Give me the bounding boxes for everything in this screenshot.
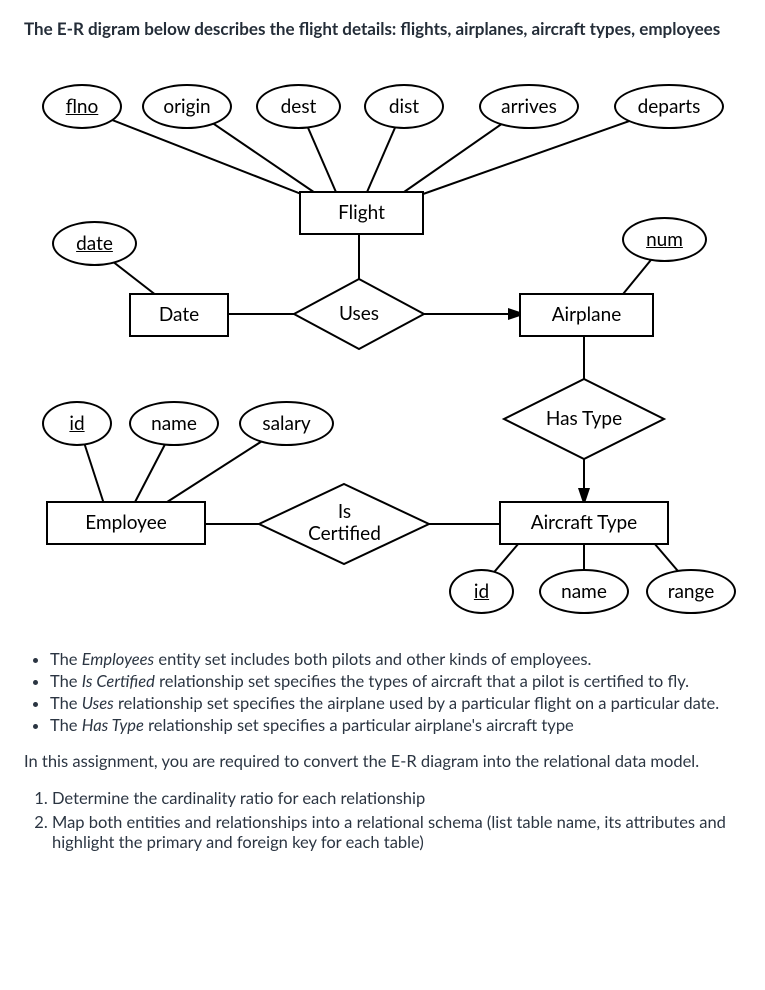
- attr-num: num: [622, 217, 707, 262]
- attr-origin: origin: [142, 84, 232, 129]
- rel-uses: Uses: [319, 302, 399, 326]
- entity-date: Date: [129, 293, 229, 337]
- attr-emp-salary: salary: [239, 401, 334, 446]
- rel-iscertified: Is Certified: [292, 501, 397, 545]
- attr-departs: departs: [614, 84, 724, 129]
- attr-ac-id: id: [449, 569, 514, 614]
- bullet-item: The Employees entity set includes both p…: [50, 649, 741, 669]
- entity-airplane: Airplane: [519, 293, 654, 337]
- entity-flight: Flight: [299, 191, 424, 235]
- task-list: Determine the cardinality ratio for each…: [24, 788, 741, 852]
- attr-ac-range: range: [646, 569, 736, 614]
- attr-dist: dist: [364, 84, 444, 129]
- attr-arrives: arrives: [479, 84, 579, 129]
- entity-aircraft-type: Aircraft Type: [499, 501, 669, 545]
- er-diagram: flno origin dest dist arrives departs Fl…: [24, 49, 744, 609]
- task-item: Determine the cardinality ratio for each…: [52, 788, 741, 808]
- task-item: Map both entities and relationships into…: [52, 812, 741, 852]
- attr-emp-name: name: [129, 401, 219, 446]
- bullet-item: The Has Type relationship set specifies …: [50, 715, 741, 735]
- attr-emp-id: id: [42, 401, 112, 446]
- attr-ac-name: name: [539, 569, 629, 614]
- bullet-item: The Uses relationship set specifies the …: [50, 693, 741, 713]
- attr-date: date: [52, 221, 137, 266]
- bullet-list: The Employees entity set includes both p…: [24, 649, 741, 735]
- entity-employee: Employee: [46, 501, 206, 545]
- intro-para: In this assignment, you are required to …: [24, 751, 741, 771]
- attr-dest: dest: [256, 84, 341, 129]
- page-title: The E-R digram below describes the fligh…: [24, 18, 741, 39]
- rel-hastype: Has Type: [524, 407, 644, 431]
- attr-flno: flno: [42, 84, 122, 129]
- bullet-item: The Is Certified relationship set specif…: [50, 671, 741, 691]
